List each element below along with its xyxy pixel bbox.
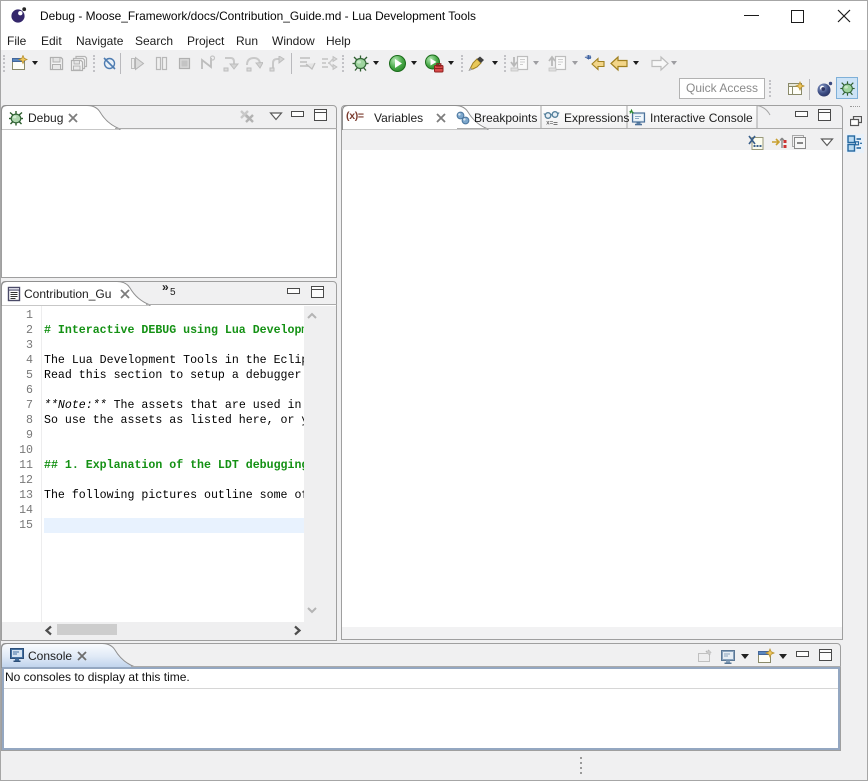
svg-text:x=: x= — [546, 120, 553, 127]
